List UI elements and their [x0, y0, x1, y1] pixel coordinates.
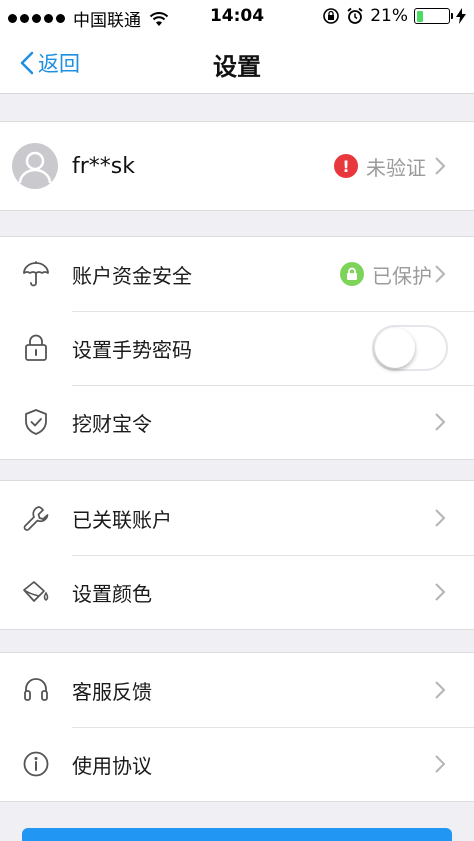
agreement-row[interactable]: 使用协议 — [0, 727, 474, 801]
alarm-icon — [347, 7, 363, 24]
bottom-action-button[interactable] — [22, 828, 452, 841]
wrench-icon — [20, 502, 52, 534]
feedback-row[interactable]: 客服反馈 — [0, 653, 474, 727]
avatar — [12, 143, 58, 189]
linked-accounts-label: 已关联账户 — [72, 507, 172, 532]
agreement-label: 使用协议 — [72, 753, 152, 778]
navigation-bar: 返回 设置 — [0, 32, 474, 94]
gesture-password-toggle[interactable] — [372, 325, 448, 371]
toggle-knob — [375, 328, 415, 368]
verification-status: 未验证 — [366, 155, 426, 180]
chevron-right-icon — [435, 509, 446, 527]
chevron-right-icon — [435, 681, 446, 699]
lock-icon — [20, 332, 52, 364]
rotation-lock-icon — [323, 8, 340, 24]
funds-security-status: 已保护 — [372, 263, 432, 288]
charging-icon — [456, 8, 466, 24]
set-color-label: 设置颜色 — [72, 581, 152, 606]
lock-badge-icon — [340, 262, 364, 286]
paint-bucket-icon — [20, 576, 52, 608]
profile-name: fr**sk — [72, 153, 135, 179]
funds-security-label: 账户资金安全 — [72, 263, 192, 288]
battery-icon — [414, 8, 453, 24]
accounts-section: 已关联账户 设置颜色 — [0, 480, 474, 630]
gesture-password-label: 设置手势密码 — [72, 337, 192, 362]
chevron-right-icon — [435, 583, 446, 601]
battery-fill — [416, 10, 423, 22]
funds-security-row[interactable]: 账户资金安全 已保护 — [0, 237, 474, 311]
token-row[interactable]: 挖财宝令 — [0, 385, 474, 459]
status-bar: 中国联通 14:04 21% — [0, 0, 474, 32]
chevron-right-icon — [435, 157, 446, 175]
feedback-label: 客服反馈 — [72, 679, 152, 704]
warning-icon: ! — [334, 154, 358, 178]
headset-icon — [20, 674, 52, 706]
token-label: 挖财宝令 — [72, 411, 152, 436]
status-right: 21% — [322, 6, 466, 26]
gesture-password-row: 设置手势密码 — [0, 311, 474, 385]
set-color-row[interactable]: 设置颜色 — [0, 555, 474, 629]
chevron-right-icon — [435, 265, 446, 283]
user-icon — [18, 151, 52, 184]
battery-percent: 21% — [370, 6, 408, 26]
profile-row[interactable]: fr**sk ! 未验证 — [0, 122, 474, 210]
linked-accounts-row[interactable]: 已关联账户 — [0, 481, 474, 555]
page-title: 设置 — [213, 53, 261, 81]
profile-section: fr**sk ! 未验证 — [0, 121, 474, 211]
support-section: 客服反馈 使用协议 — [0, 652, 474, 802]
security-section: 账户资金安全 已保护 设置手势密码 挖财宝令 — [0, 236, 474, 460]
info-icon — [20, 748, 52, 780]
chevron-right-icon — [435, 413, 446, 431]
shield-check-icon — [20, 406, 52, 438]
umbrella-icon — [20, 258, 52, 290]
chevron-right-icon — [435, 755, 446, 773]
